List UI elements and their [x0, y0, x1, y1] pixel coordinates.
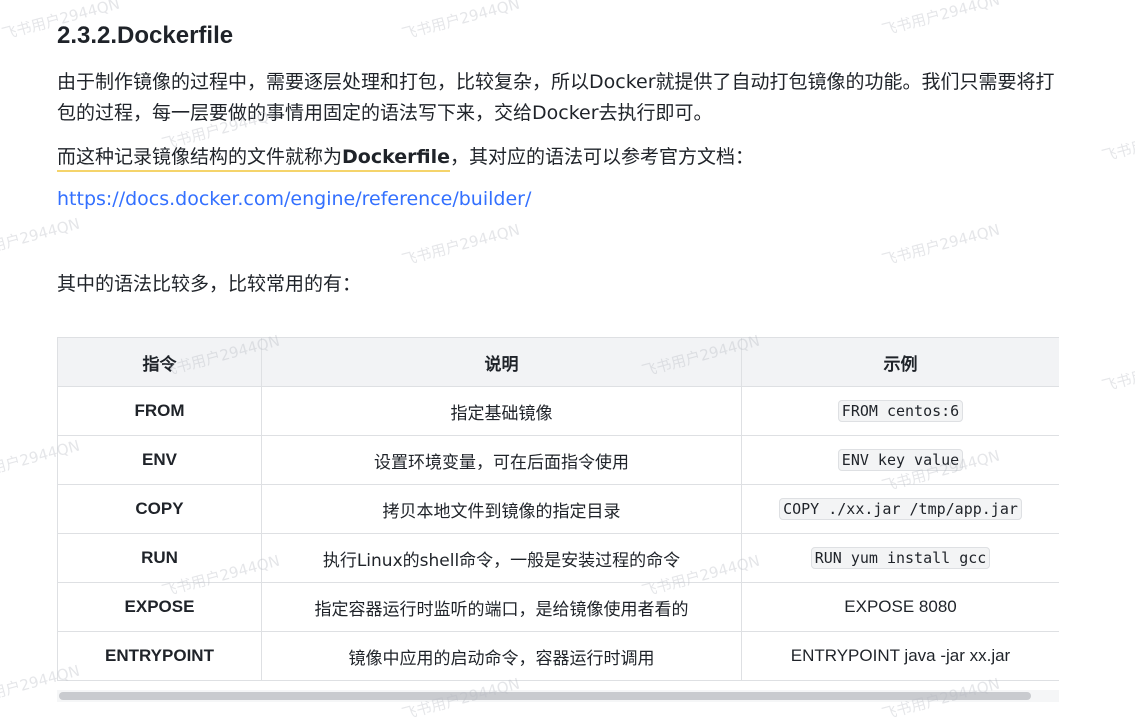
instruction-cell: ENV: [57, 435, 262, 485]
example-code: COPY ./xx.jar /tmp/app.jar: [779, 498, 1022, 520]
header-example: 示例: [741, 337, 1059, 387]
table-header-row: 指令 说明 示例: [57, 337, 1059, 387]
description-cell: 拷贝本地文件到镜像的指定目录: [261, 484, 742, 534]
table-row: COPY 拷贝本地文件到镜像的指定目录 COPY ./xx.jar /tmp/a…: [57, 484, 1059, 534]
instruction-cell: EXPOSE: [57, 582, 262, 632]
instruction-cell: COPY: [57, 484, 262, 534]
example-text: ENTRYPOINT java -jar xx.jar: [790, 646, 1011, 665]
doc-link-paragraph: https://docs.docker.com/engine/reference…: [57, 184, 1067, 215]
watermark: 飞书用户2944QN: [1099, 116, 1135, 166]
highlighted-sentence: 而这种记录镜像结构的文件就称为Dockerfile: [57, 146, 450, 172]
table-row: EXPOSE 指定容器运行时监听的端口，是给镜像使用者看的 EXPOSE 808…: [57, 582, 1059, 632]
table-row: ENV 设置环境变量，可在后面指令使用 ENV key value: [57, 435, 1059, 485]
watermark: 飞书用户2944QN: [399, 220, 522, 270]
description-cell: 指定容器运行时监听的端口，是给镜像使用者看的: [261, 582, 742, 632]
example-cell: ENTRYPOINT java -jar xx.jar: [741, 631, 1059, 681]
example-code: ENV key value: [837, 449, 964, 471]
table-row: ENTRYPOINT 镜像中应用的启动命令，容器运行时调用 ENTRYPOINT…: [57, 631, 1059, 681]
example-code: FROM centos:6: [837, 400, 964, 422]
description-cell: 指定基础镜像: [261, 386, 742, 436]
docker-docs-link[interactable]: https://docs.docker.com/engine/reference…: [57, 188, 531, 210]
example-cell: COPY ./xx.jar /tmp/app.jar: [741, 484, 1059, 534]
watermark: 飞书用户2944QN: [879, 0, 1002, 40]
definition-paragraph: 而这种记录镜像结构的文件就称为Dockerfile，其对应的语法可以参考官方文档…: [57, 142, 1067, 173]
document-page: 2.3.2.Dockerfile 由于制作镜像的过程中，需要逐层处理和打包，比较…: [0, 0, 1135, 718]
dockerfile-term: Dockerfile: [342, 146, 450, 168]
watermark: 飞书用户2944QN: [1099, 346, 1135, 396]
example-cell: EXPOSE 8080: [741, 582, 1059, 632]
section-heading: 2.3.2.Dockerfile: [57, 22, 234, 49]
definition-after: ，其对应的语法可以参考官方文档：: [449, 146, 754, 168]
watermark: 飞书用户2944QN: [879, 220, 1002, 270]
scrollbar-thumb[interactable]: [59, 692, 1031, 700]
example-text: EXPOSE 8080: [844, 597, 957, 616]
header-description: 说明: [261, 337, 742, 387]
example-cell: RUN yum install gcc: [741, 533, 1059, 583]
horizontal-scrollbar[interactable]: [57, 690, 1059, 702]
table-container: 指令 说明 示例 FROM 指定基础镜像 FROM centos:6 ENV 设…: [57, 337, 1059, 687]
watermark: 飞书用户2944QN: [399, 0, 522, 44]
description-cell: 执行Linux的shell命令，一般是安装过程的命令: [261, 533, 742, 583]
table-row: RUN 执行Linux的shell命令，一般是安装过程的命令 RUN yum i…: [57, 533, 1059, 583]
instruction-cell: ENTRYPOINT: [57, 631, 262, 681]
header-instruction: 指令: [57, 337, 262, 387]
instruction-cell: FROM: [57, 386, 262, 436]
intro-paragraph: 由于制作镜像的过程中，需要逐层处理和打包，比较复杂，所以Docker就提供了自动…: [57, 71, 1055, 124]
definition-before: 而这种记录镜像结构的文件就称为: [57, 146, 343, 168]
example-cell: FROM centos:6: [741, 386, 1059, 436]
instruction-cell: RUN: [57, 533, 262, 583]
description-cell: 设置环境变量，可在后面指令使用: [261, 435, 742, 485]
description-cell: 镜像中应用的启动命令，容器运行时调用: [261, 631, 742, 681]
watermark: 飞书用户2944QN: [0, 214, 82, 264]
example-cell: ENV key value: [741, 435, 1059, 485]
table-row: FROM 指定基础镜像 FROM centos:6: [57, 386, 1059, 436]
syntax-intro-paragraph: 其中的语法比较多，比较常用的有：: [57, 273, 362, 295]
example-code: RUN yum install gcc: [810, 547, 991, 569]
instruction-table: 指令 说明 示例 FROM 指定基础镜像 FROM centos:6 ENV 设…: [57, 337, 1059, 681]
